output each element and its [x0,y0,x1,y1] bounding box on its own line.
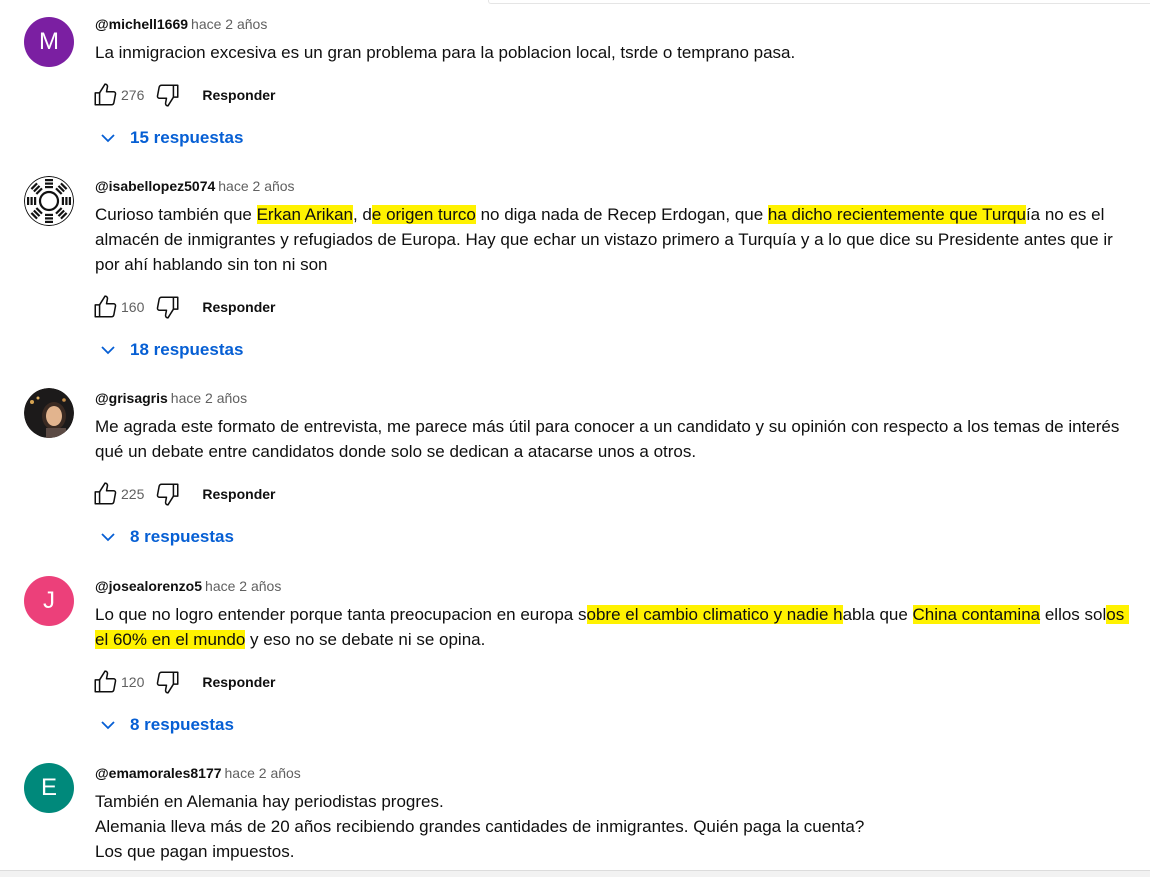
bagua-symbol-icon [24,176,74,226]
thumbs-down-icon [157,84,179,107]
like-button[interactable] [91,480,119,508]
text-segment: , d [352,205,372,224]
thumbs-up-icon [94,482,117,505]
replies-count: 15 respuestas [130,128,244,147]
avatar-letter: J [43,587,55,614]
thumbs-up-icon [94,83,117,106]
highlighted-text: obre el cambio climatico y nadie h [586,605,843,624]
comment-body: @grisagris hace 2 años Me agrada este for… [94,388,1135,551]
comment-body: @michell1669 hace 2 años La inmigracion e… [94,14,1135,152]
thumbs-up-icon [94,670,117,693]
like-button[interactable] [91,293,119,321]
comment-header: @emamorales8177 hace 2 años [95,763,1135,783]
comment-author[interactable]: @isabellopez5074 [95,178,215,194]
avatar[interactable]: J [24,576,74,626]
dislike-button[interactable] [154,480,182,508]
comment-text: La inmigracion excesiva es un gran probl… [95,43,796,62]
replies-count: 18 respuestas [130,340,244,359]
view-replies-button[interactable]: 8 respuestas [100,711,1135,739]
dislike-button[interactable] [154,293,182,321]
like-count: 276 [121,87,145,103]
comment-author[interactable]: @josealorenzo5 [95,578,202,594]
text-segment: abla que [842,605,913,624]
highlighted-text: Erkan Arikan [256,205,353,224]
bottom-scroll-edge [0,870,1150,877]
avatar[interactable] [24,388,74,438]
avatar[interactable]: E [24,763,74,813]
comment-body: @emamorales8177 hace 2 años También en Al… [95,763,1135,864]
comment-header: @michell1669 hace 2 años [95,14,1135,34]
avatar[interactable] [24,176,74,226]
text-segment: no diga nada de Recep Erdogan, que [475,205,768,224]
chevron-down-icon [101,721,115,730]
reply-button[interactable]: Responder [202,87,275,103]
comment-actions: 160 Responder [91,293,1135,321]
replies-count: 8 respuestas [130,715,234,734]
dislike-button[interactable] [154,668,182,696]
comment-time[interactable]: hace 2 años [218,178,294,194]
comment-text: Curioso también que Erkan Arikan, de ori… [95,202,1135,277]
thumbs-down-icon [157,296,179,319]
like-count: 225 [121,486,145,502]
comment-body: @josealorenzo5 hace 2 años Lo que no logr… [94,576,1135,739]
comment-actions: 120 Responder [91,668,1135,696]
reply-button[interactable]: Responder [202,486,275,502]
chevron-down-icon [101,346,115,355]
comment-text: También en Alemania hay periodistas prog… [95,792,865,861]
like-button[interactable] [91,81,119,109]
thumbs-down-icon [157,483,179,506]
replies-count: 8 respuestas [130,527,234,546]
text-segment: y eso no se debate ni se opina. [245,630,486,649]
comment-time[interactable]: hace 2 años [171,390,247,406]
chevron-down-icon [101,134,115,143]
top-edge [488,0,1150,4]
view-replies-button[interactable]: 8 respuestas [100,523,1135,551]
like-count: 120 [121,674,145,690]
avatar-letter: E [40,774,57,801]
comment-time[interactable]: hace 2 años [225,765,301,781]
highlighted-text: China contamina [912,605,1041,624]
like-count: 160 [121,299,145,315]
reply-button[interactable]: Responder [202,299,275,315]
comment-time[interactable]: hace 2 años [191,16,267,32]
thumbs-up-icon [94,295,117,318]
comment-author[interactable]: @michell1669 [95,16,188,32]
comment-actions: 225 Responder [91,480,1135,508]
like-button[interactable] [91,668,119,696]
comment-author[interactable]: @grisagris [95,390,168,406]
text-segment: Lo que no logro entender porque tanta pr… [95,605,587,624]
avatar[interactable]: M [24,17,74,67]
thumbs-down-icon [157,671,179,694]
avatar-letter: M [39,28,59,55]
comment-text: Lo que no logro entender porque tanta pr… [95,602,1135,652]
comment-actions: 276 Responder [91,81,1135,109]
view-replies-button[interactable]: 18 respuestas [100,336,1135,364]
comment-body: @isabellopez5074 hace 2 años Curioso tamb… [94,176,1135,364]
highlighted-text: e origen turco [371,205,476,224]
comment-time[interactable]: hace 2 años [205,578,281,594]
view-replies-button[interactable]: 15 respuestas [100,124,1135,152]
dislike-button[interactable] [154,81,182,109]
comment-author[interactable]: @emamorales8177 [95,765,222,781]
reply-button[interactable]: Responder [202,674,275,690]
highlighted-text: ha dicho recientemente que Turqu [767,205,1026,224]
comment-header: @josealorenzo5 hace 2 años [95,576,1135,596]
chevron-down-icon [101,533,115,542]
text-segment: Curioso también que [95,205,257,224]
comment-text: Me agrada este formato de entrevista, me… [95,417,1125,461]
comment-header: @grisagris hace 2 años [95,388,1135,408]
text-segment: ellos sol [1040,605,1107,624]
user-photo-avatar [24,388,74,438]
comment-header: @isabellopez5074 hace 2 años [95,176,1135,196]
